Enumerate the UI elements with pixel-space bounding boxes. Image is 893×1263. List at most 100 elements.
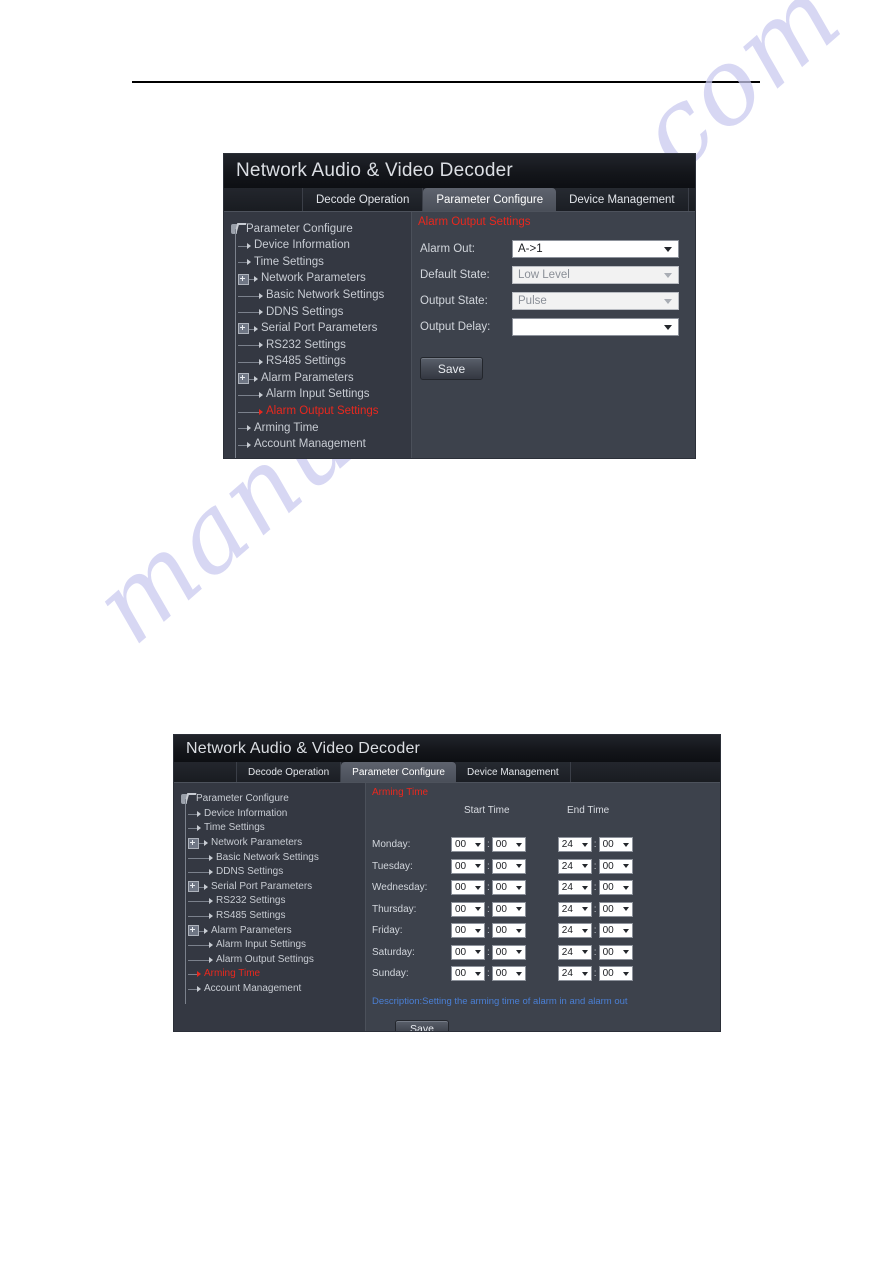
end-hour-dropdown[interactable]: 24	[557, 837, 592, 853]
tab-decode-operation[interactable]: Decode Operation	[237, 762, 342, 782]
tab-bar: Decode Operation Parameter Configure Dev…	[224, 188, 695, 212]
tree-item-serial-port-parameters[interactable]: Serial Port Parameters	[224, 312, 411, 345]
start-minute-dropdown[interactable]: 00	[491, 944, 526, 960]
tree-item-alarm-parameters[interactable]: Alarm Parameters	[174, 916, 365, 945]
end-minute-dropdown[interactable]: 00	[598, 901, 633, 917]
tree-item-ddns-settings[interactable]: DDNS Settings	[174, 857, 365, 887]
end-minute-dropdown[interactable]: 00	[598, 944, 633, 960]
title-bar: Network Audio & Video Decoder	[224, 154, 695, 188]
tree-item-label: RS485 Settings	[266, 355, 346, 368]
save-button[interactable]: Save	[420, 357, 483, 380]
tree-item-alarm-output-settings[interactable]: Alarm Output Settings	[224, 395, 411, 428]
tree-connector-line	[238, 254, 247, 271]
chevron-down-icon	[581, 950, 588, 955]
tree-item-rs232-settings[interactable]: RS232 Settings	[224, 329, 411, 362]
tree-connector-line	[188, 953, 209, 968]
end-hour-dropdown[interactable]: 24	[557, 901, 592, 917]
tab-decode-operation[interactable]: Decode Operation	[303, 188, 424, 211]
tree-item-arming-time[interactable]: Arming Time	[224, 412, 411, 445]
section-title: Arming Time	[372, 787, 429, 798]
tree-expand-icon[interactable]	[238, 273, 249, 285]
chevron-down-icon	[622, 864, 629, 869]
end-minute-dropdown[interactable]: 00	[598, 923, 633, 939]
tree-connector-line	[249, 321, 254, 338]
start-minute-dropdown[interactable]: 00	[491, 901, 526, 917]
tree-item-alarm-parameters[interactable]: Alarm Parameters	[224, 362, 411, 395]
tree-item-network-parameters[interactable]: Network Parameters	[224, 262, 411, 296]
start-hour-dropdown[interactable]: 00	[451, 944, 485, 960]
start-minute-dropdown[interactable]: 00	[491, 880, 526, 896]
tree-item-rs485-settings[interactable]: RS485 Settings	[174, 901, 365, 931]
end-hour-dropdown[interactable]: 24	[557, 880, 592, 896]
label-alarm-out: Alarm Out:	[420, 243, 475, 255]
end-hour-dropdown[interactable]: 24	[557, 923, 592, 939]
end-hour-dropdown[interactable]: 24	[557, 966, 592, 982]
tree-expand-icon[interactable]	[238, 323, 249, 335]
start-minute-dropdown-value: 00	[495, 882, 507, 894]
end-hour-dropdown[interactable]: 24	[557, 858, 592, 874]
tree-expand-icon[interactable]	[188, 837, 199, 849]
tree-item-ddns-settings[interactable]: DDNS Settings	[224, 295, 411, 329]
tab-parameter-configure[interactable]: Parameter Configure	[423, 188, 557, 211]
tree-item-basic-network-settings[interactable]: Basic Network Settings	[174, 843, 365, 872]
tree-root-parameter-configure[interactable]: Parameter Configure	[174, 792, 365, 807]
start-minute-dropdown-value: 00	[495, 968, 507, 980]
tab-device-management[interactable]: Device Management	[556, 188, 689, 211]
tree-root-parameter-configure[interactable]: Parameter Configure	[224, 221, 411, 238]
tab-bar-filler	[570, 762, 720, 782]
end-minute-dropdown[interactable]: 00	[598, 858, 633, 874]
start-minute-dropdown[interactable]: 00	[491, 923, 526, 939]
end-hour-dropdown-value: 24	[561, 968, 573, 980]
description-text: Description:Setting the arming time of a…	[372, 995, 628, 1007]
start-hour-dropdown[interactable]: 00	[451, 923, 485, 939]
start-hour-dropdown[interactable]: 00	[451, 837, 485, 853]
start-hour-dropdown[interactable]: 00	[451, 858, 485, 874]
start-hour-dropdown[interactable]: 00	[451, 901, 485, 917]
tree-item-alarm-output-settings[interactable]: Alarm Output Settings	[174, 945, 365, 974]
tree-item-label: Alarm Output Settings	[216, 953, 314, 965]
start-hour-dropdown[interactable]: 00	[451, 880, 485, 896]
end-hour-dropdown[interactable]: 24	[557, 944, 592, 960]
end-minute-dropdown[interactable]: 00	[598, 966, 633, 982]
save-button[interactable]: Save	[395, 1019, 449, 1031]
dropdown-output-state[interactable]: Pulse	[512, 292, 679, 310]
end-minute-dropdown[interactable]: 00	[598, 837, 633, 853]
tree-item-account-management[interactable]: Account Management	[224, 428, 411, 458]
tree-item-arming-time[interactable]: Arming Time	[174, 960, 365, 989]
tree-item-serial-port-parameters[interactable]: Serial Port Parameters	[174, 872, 365, 901]
tree-item-account-management[interactable]: Account Management	[174, 974, 365, 1004]
dropdown-output-delay[interactable]	[512, 318, 679, 336]
tree-root-label: Parameter Configure	[196, 793, 289, 805]
tab-device-management[interactable]: Device Management	[456, 762, 571, 782]
tree-expand-icon[interactable]	[188, 925, 199, 937]
tree-item-label: Alarm Output Settings	[266, 405, 379, 418]
tree-item-basic-network-settings[interactable]: Basic Network Settings	[224, 279, 411, 312]
start-minute-dropdown[interactable]: 00	[491, 837, 526, 853]
tree-item-rs232-settings[interactable]: RS232 Settings	[174, 887, 365, 916]
dropdown-alarm-out[interactable]: A->1	[512, 240, 679, 258]
tree-expand-icon[interactable]	[238, 373, 249, 385]
tree-item-alarm-input-settings[interactable]: Alarm Input Settings	[224, 378, 411, 412]
end-minute-dropdown[interactable]: 00	[598, 880, 633, 896]
tree-item-time-settings[interactable]: Time Settings	[174, 814, 365, 843]
time-separator: :	[487, 925, 490, 937]
tree-item-rs485-settings[interactable]: RS485 Settings	[224, 345, 411, 379]
tree-item-device-information[interactable]: Device Information	[174, 799, 365, 828]
dropdown-default-state[interactable]: Low Level	[512, 266, 679, 284]
start-minute-dropdown[interactable]: 00	[491, 858, 526, 874]
tree-item-label: Serial Port Parameters	[261, 322, 378, 335]
tree-item-label: DDNS Settings	[266, 305, 344, 318]
tree-connector-line	[238, 404, 259, 421]
tree-item-time-settings[interactable]: Time Settings	[224, 246, 411, 279]
start-hour-dropdown-value: 00	[455, 839, 467, 851]
chevron-down-icon	[581, 971, 588, 976]
dropdown-alarm-out-value: A->1	[518, 243, 543, 255]
tree-item-device-information[interactable]: Device Information	[224, 229, 411, 262]
start-minute-dropdown[interactable]: 00	[491, 966, 526, 982]
start-hour-dropdown[interactable]: 00	[451, 966, 485, 982]
tab-parameter-configure[interactable]: Parameter Configure	[341, 762, 456, 782]
tree-expand-icon[interactable]	[188, 881, 199, 893]
tree-item-network-parameters[interactable]: Network Parameters	[174, 828, 365, 858]
tree-item-alarm-input-settings[interactable]: Alarm Input Settings	[174, 930, 365, 960]
chevron-down-icon	[622, 971, 629, 976]
